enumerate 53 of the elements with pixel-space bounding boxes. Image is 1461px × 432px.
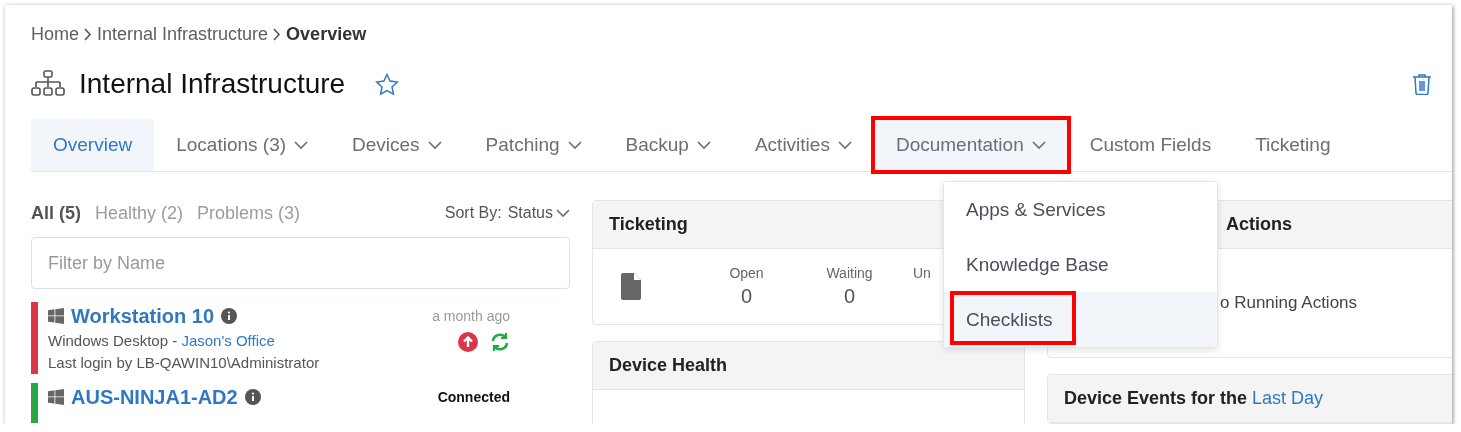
windows-icon bbox=[48, 308, 64, 324]
time-range-link[interactable]: Last Day bbox=[1252, 388, 1324, 408]
star-icon[interactable] bbox=[375, 72, 400, 96]
nav-tab[interactable]: Documentation bbox=[873, 119, 1068, 171]
windows-icon bbox=[48, 389, 64, 405]
stat-label: Open bbox=[729, 265, 764, 281]
delete-icon[interactable] bbox=[1412, 73, 1432, 95]
location-link[interactable]: Jason's Office bbox=[181, 332, 275, 349]
nav-tab[interactable]: Ticketing bbox=[1233, 119, 1353, 171]
nav-tab[interactable]: Devices bbox=[330, 119, 464, 171]
nav-tab[interactable]: Activities bbox=[732, 119, 874, 171]
stat-value: 0 bbox=[843, 285, 856, 308]
filter-tab[interactable]: All (5) bbox=[31, 202, 81, 224]
device-name-link[interactable]: AUS-NINJA1-AD2 bbox=[71, 385, 238, 409]
info-icon[interactable] bbox=[221, 308, 237, 324]
sync-icon bbox=[490, 332, 510, 352]
nav-tab[interactable]: Backup bbox=[603, 119, 733, 171]
device-status: a month ago bbox=[432, 308, 510, 324]
nav-tab[interactable]: Locations (3) bbox=[154, 119, 331, 171]
stat-value: 0 bbox=[740, 285, 753, 308]
card-title: Device Health bbox=[609, 355, 728, 376]
sort-dropdown[interactable]: Status bbox=[507, 204, 570, 222]
info-icon[interactable] bbox=[244, 389, 261, 405]
nav-tab[interactable]: Custom Fields bbox=[1067, 119, 1234, 171]
last-login: Last login by LB-QAWIN10\Administrator bbox=[48, 353, 321, 373]
hierarchy-icon bbox=[31, 70, 65, 98]
sort-label: Sort By: bbox=[444, 204, 502, 222]
breadcrumb-link[interactable]: Overview bbox=[286, 23, 367, 45]
menu-item[interactable]: Apps & Services bbox=[944, 182, 1217, 237]
breadcrumb-link[interactable]: Internal Infrastructure bbox=[97, 23, 269, 45]
card-title: Ticketing bbox=[609, 214, 688, 235]
page-title: Internal Infrastructure bbox=[79, 68, 346, 100]
stat-label: Un bbox=[913, 265, 931, 281]
device-name-link[interactable]: Workstation 10 bbox=[71, 304, 214, 328]
filter-tab[interactable]: Problems (3) bbox=[197, 202, 301, 224]
device-type: Windows Desktop - Jason's Office bbox=[48, 331, 276, 351]
device-status: Connected bbox=[437, 389, 510, 405]
menu-item[interactable]: Checklists bbox=[944, 292, 1217, 347]
document-icon bbox=[621, 273, 641, 300]
card-title: Device Events for the Last Day bbox=[1064, 388, 1324, 409]
stat-label: Waiting bbox=[826, 265, 873, 281]
empty-message: o Running Actions bbox=[1220, 293, 1358, 313]
filter-field[interactable]: Filter by Name bbox=[31, 237, 570, 289]
chevron-down-icon bbox=[556, 208, 570, 218]
chevron-right-icon bbox=[84, 27, 92, 41]
upload-alert-icon bbox=[458, 332, 478, 352]
menu-item[interactable]: Knowledge Base bbox=[944, 237, 1217, 292]
chevron-right-icon bbox=[273, 27, 282, 41]
nav-tab[interactable]: Overview bbox=[31, 119, 155, 171]
nav-tab[interactable]: Patching bbox=[463, 119, 604, 171]
filter-tab[interactable]: Healthy (2) bbox=[95, 202, 184, 224]
breadcrumb-link[interactable]: Home bbox=[31, 23, 79, 45]
card-title: Actions bbox=[1226, 214, 1292, 235]
